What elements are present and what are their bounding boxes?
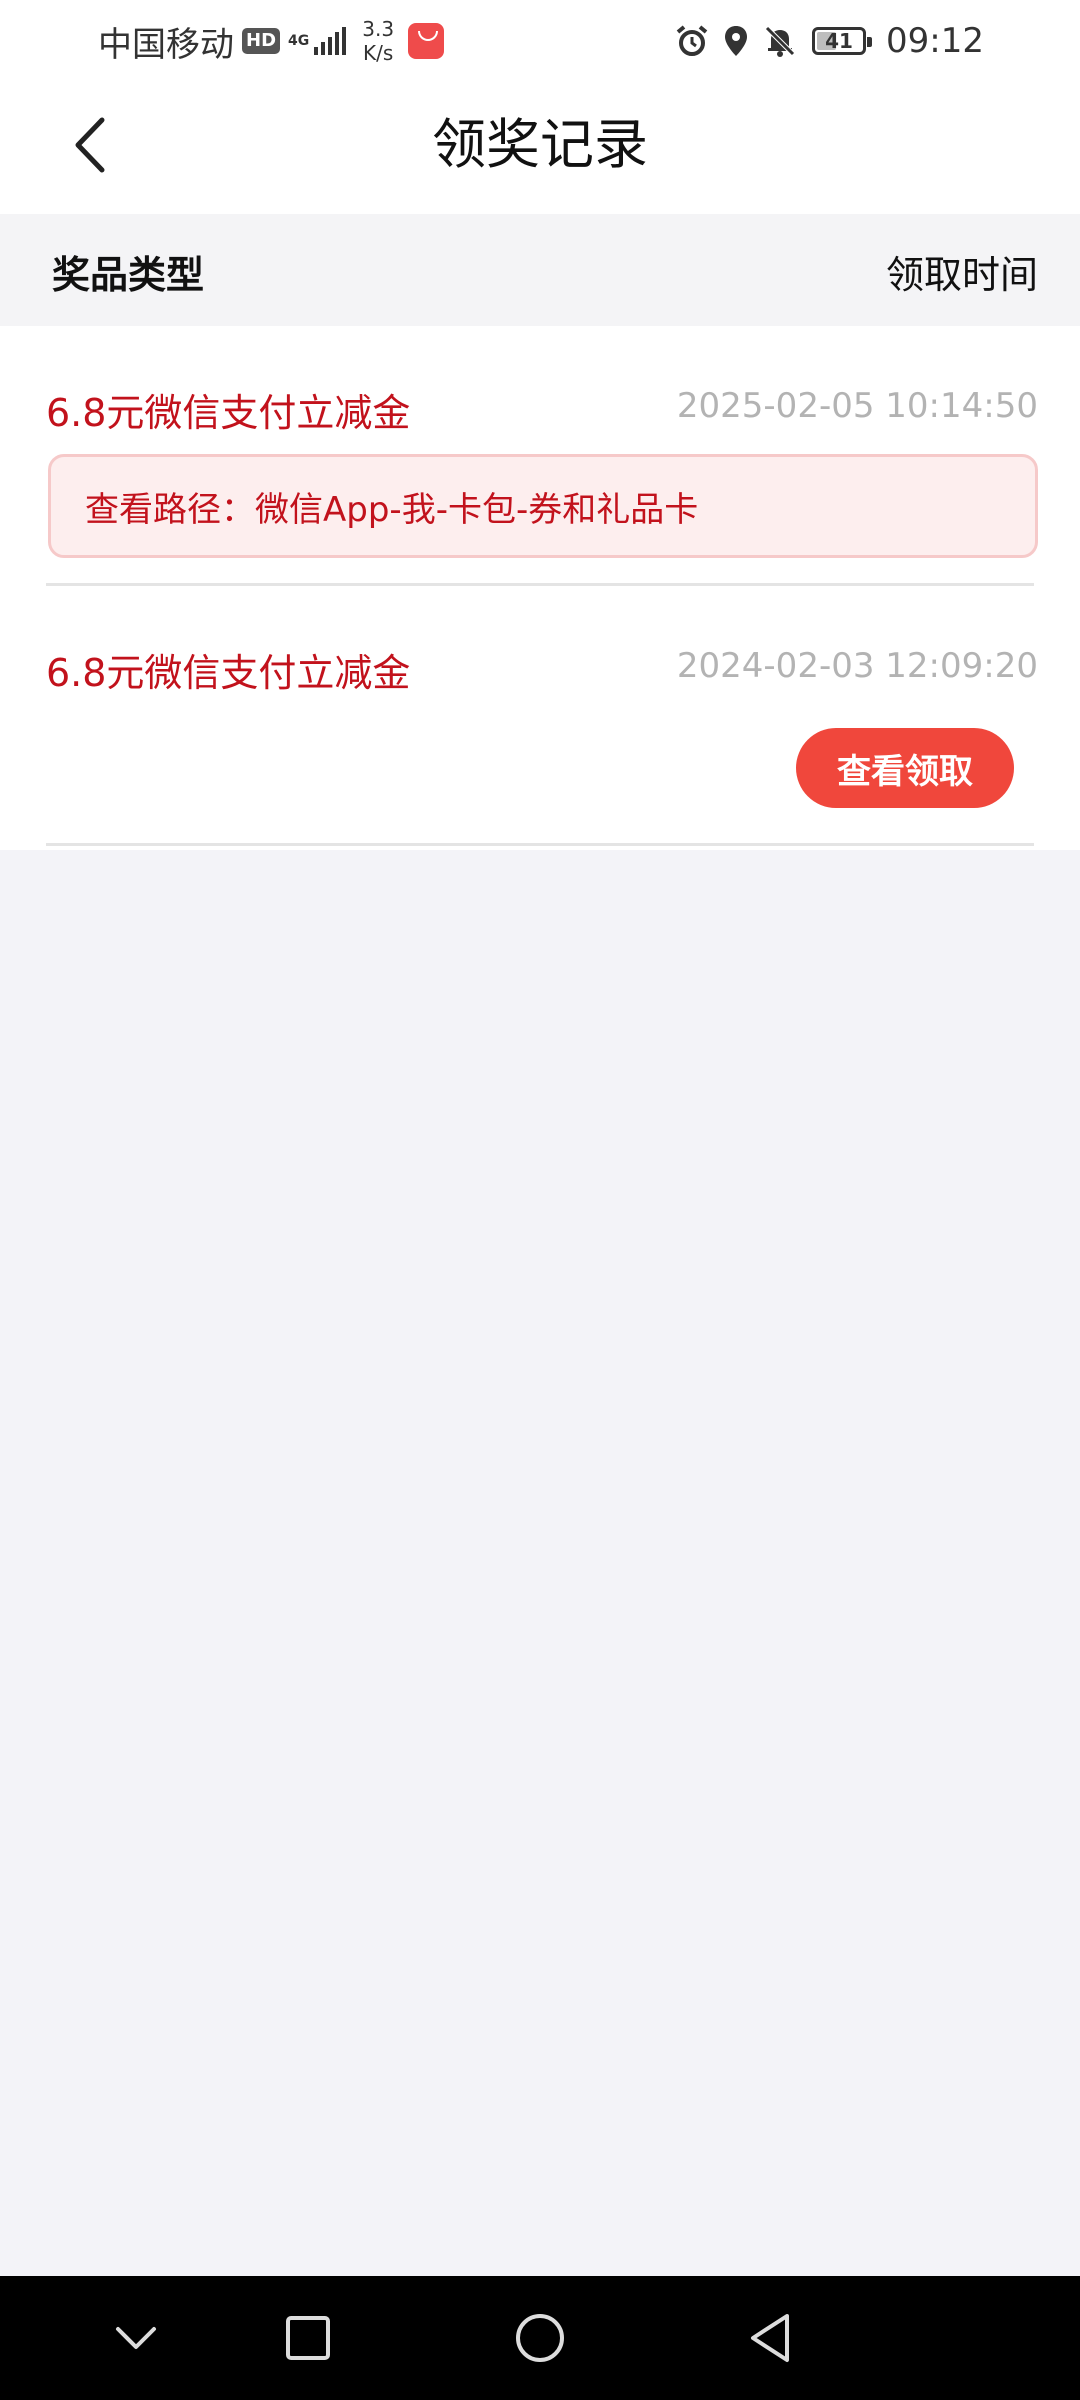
huawei-app-icon <box>408 23 445 59</box>
claim-time: 2025-02-05 10:14:50 <box>676 386 1038 426</box>
clock: 09:12 <box>886 21 984 61</box>
signal-icon <box>311 27 347 55</box>
home-button[interactable] <box>510 2308 570 2368</box>
prize-name: 6.8元微信支付立减金 <box>46 651 411 695</box>
collapse-icon <box>116 2327 156 2349</box>
speed-unit: K/s <box>363 41 394 65</box>
system-back-button[interactable] <box>740 2308 800 2368</box>
list-item: 6.8元微信支付立减金 2025-02-05 10:14:50 查看路径：微信A… <box>0 326 1080 586</box>
column-prize-type: 奖品类型 <box>52 253 205 297</box>
status-right: 41 09:12 <box>666 18 984 64</box>
record-list: 6.8元微信支付立减金 2025-02-05 10:14:50 查看路径：微信A… <box>0 326 1080 850</box>
path-text: 查看路径：微信App-我-卡包-券和礼品卡 <box>85 489 699 530</box>
bell-mute-icon <box>765 26 795 57</box>
battery-level: 41 <box>825 29 853 53</box>
home-icon <box>516 2314 564 2362</box>
path-notice: 查看路径：微信App-我-卡包-券和礼品卡 <box>48 454 1038 558</box>
page-title: 领奖记录 <box>432 113 648 176</box>
speed-value: 3.3 <box>362 17 395 41</box>
column-claim-time: 领取时间 <box>885 253 1038 297</box>
back-icon <box>751 2314 789 2362</box>
recents-button[interactable] <box>278 2308 338 2368</box>
network-type: 4G <box>288 33 310 49</box>
claim-time: 2024-02-03 12:09:20 <box>676 646 1038 686</box>
location-icon <box>725 26 748 56</box>
prize-name: 6.8元微信支付立减金 <box>46 391 411 435</box>
view-claim-button[interactable]: 查看领取 <box>796 728 1014 808</box>
table-header: 奖品类型 领取时间 <box>0 214 1080 326</box>
alarm-icon <box>676 25 708 56</box>
network-speed: 3.3 K/s <box>362 17 394 65</box>
navigation-bar: 领奖记录 <box>0 80 1080 214</box>
collapse-button[interactable] <box>106 2308 166 2368</box>
hd-badge: HD <box>242 28 281 54</box>
system-navigation-bar <box>0 2276 1080 2400</box>
status-bar: 中国移动 HD 4G 3.3 K/s 41 09:12 <box>0 0 1080 80</box>
status-left: 中国移动 HD 4G 3.3 K/s <box>98 17 445 65</box>
divider <box>46 843 1034 846</box>
carrier-name: 中国移动 <box>98 24 234 65</box>
battery-icon: 41 <box>812 27 873 55</box>
recents-icon <box>286 2316 330 2360</box>
